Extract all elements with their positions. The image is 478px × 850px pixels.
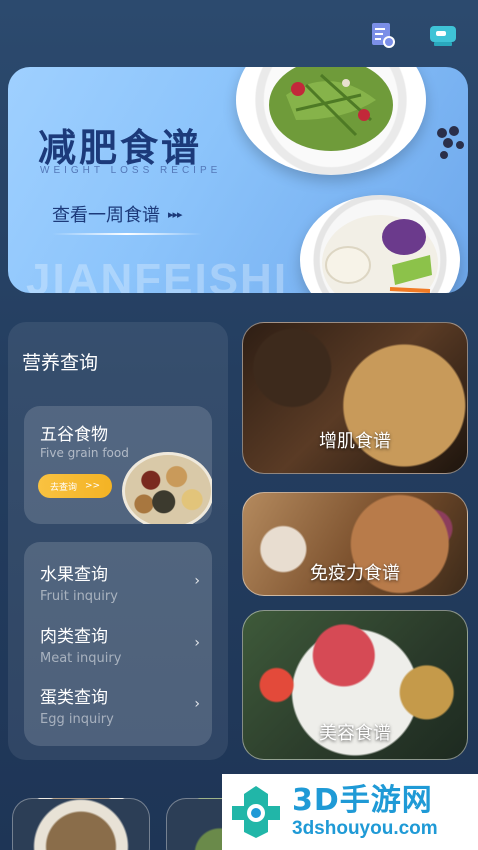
- chef-hat-icon[interactable]: [428, 20, 458, 50]
- five-grain-card[interactable]: 五谷食物 Five grain food 去查询 >>: [24, 406, 212, 524]
- banner-watermark: JIANFEISHI: [26, 255, 289, 293]
- fruit-inquiry-item[interactable]: 水果查询 Fruit inquiry ›: [40, 560, 200, 608]
- fruit-inquiry-title: 水果查询: [40, 565, 108, 585]
- nutrition-heading: 营养查询: [22, 352, 99, 374]
- bottom-recipe-card[interactable]: [12, 798, 150, 850]
- grain-bowl-image: [122, 452, 212, 524]
- immunity-label: 免疫力食谱: [310, 563, 400, 584]
- blueberries-image: [434, 125, 468, 165]
- grain-title: 五谷食物: [40, 425, 108, 445]
- double-chevron-icon: >>: [84, 481, 101, 491]
- site-logo-title: 3D手游网: [292, 783, 433, 818]
- chevron-right-icon: ›: [194, 635, 200, 651]
- inquiry-list: 水果查询 Fruit inquiry › 肉类查询 Meat inquiry ›…: [24, 542, 212, 746]
- salad-plate-image: [236, 67, 426, 175]
- meat-inquiry-item[interactable]: 肉类查询 Meat inquiry ›: [40, 622, 200, 670]
- nutrition-query-panel: 营养查询 五谷食物 Five grain food 去查询 >> 水果查询 Fr…: [8, 322, 228, 760]
- site-logo-domain: 3dshouyou.com: [292, 818, 438, 839]
- recipe-list-icon[interactable]: [368, 20, 398, 50]
- muscle-gain-recipe-card[interactable]: 增肌食谱: [242, 322, 468, 474]
- muscle-gain-label: 增肌食谱: [319, 431, 391, 452]
- chevron-right-icon: ›: [194, 696, 200, 712]
- chevron-right-icon: ›: [194, 573, 200, 589]
- weight-loss-banner[interactable]: JIANFEISHI 减肥食谱 WEIGHT LOSS RECIPE 查看一周食…: [8, 67, 468, 293]
- meat-inquiry-subtitle: Meat inquiry: [40, 651, 122, 666]
- site-watermark-logo: 3D手游网 3dshouyou.com: [222, 774, 478, 850]
- triple-arrow-icon: ▸▸▸: [168, 207, 183, 221]
- button-underline: [52, 233, 202, 235]
- go-query-button[interactable]: 去查询 >>: [38, 474, 112, 498]
- gamepad-logo-icon: [232, 786, 280, 838]
- view-week-recipes-label: 查看一周食谱: [52, 205, 160, 226]
- go-query-label: 去查询: [49, 482, 77, 493]
- noodle-bowl-image: [300, 195, 460, 293]
- egg-inquiry-title: 蛋类查询: [40, 688, 108, 708]
- egg-inquiry-item[interactable]: 蛋类查询 Egg inquiry ›: [40, 683, 200, 731]
- immunity-recipe-card[interactable]: 免疫力食谱: [242, 492, 468, 596]
- egg-inquiry-subtitle: Egg inquiry: [40, 712, 114, 727]
- meat-inquiry-title: 肉类查询: [40, 627, 108, 647]
- banner-subtitle: WEIGHT LOSS RECIPE: [40, 165, 222, 176]
- view-week-recipes-button[interactable]: 查看一周食谱 ▸▸▸: [52, 201, 202, 235]
- grain-subtitle: Five grain food: [40, 446, 129, 460]
- fruit-inquiry-subtitle: Fruit inquiry: [40, 589, 118, 604]
- beauty-label: 美容食谱: [319, 723, 391, 744]
- banner-title: 减肥食谱: [38, 126, 203, 170]
- beauty-recipe-card[interactable]: 美容食谱: [242, 610, 468, 760]
